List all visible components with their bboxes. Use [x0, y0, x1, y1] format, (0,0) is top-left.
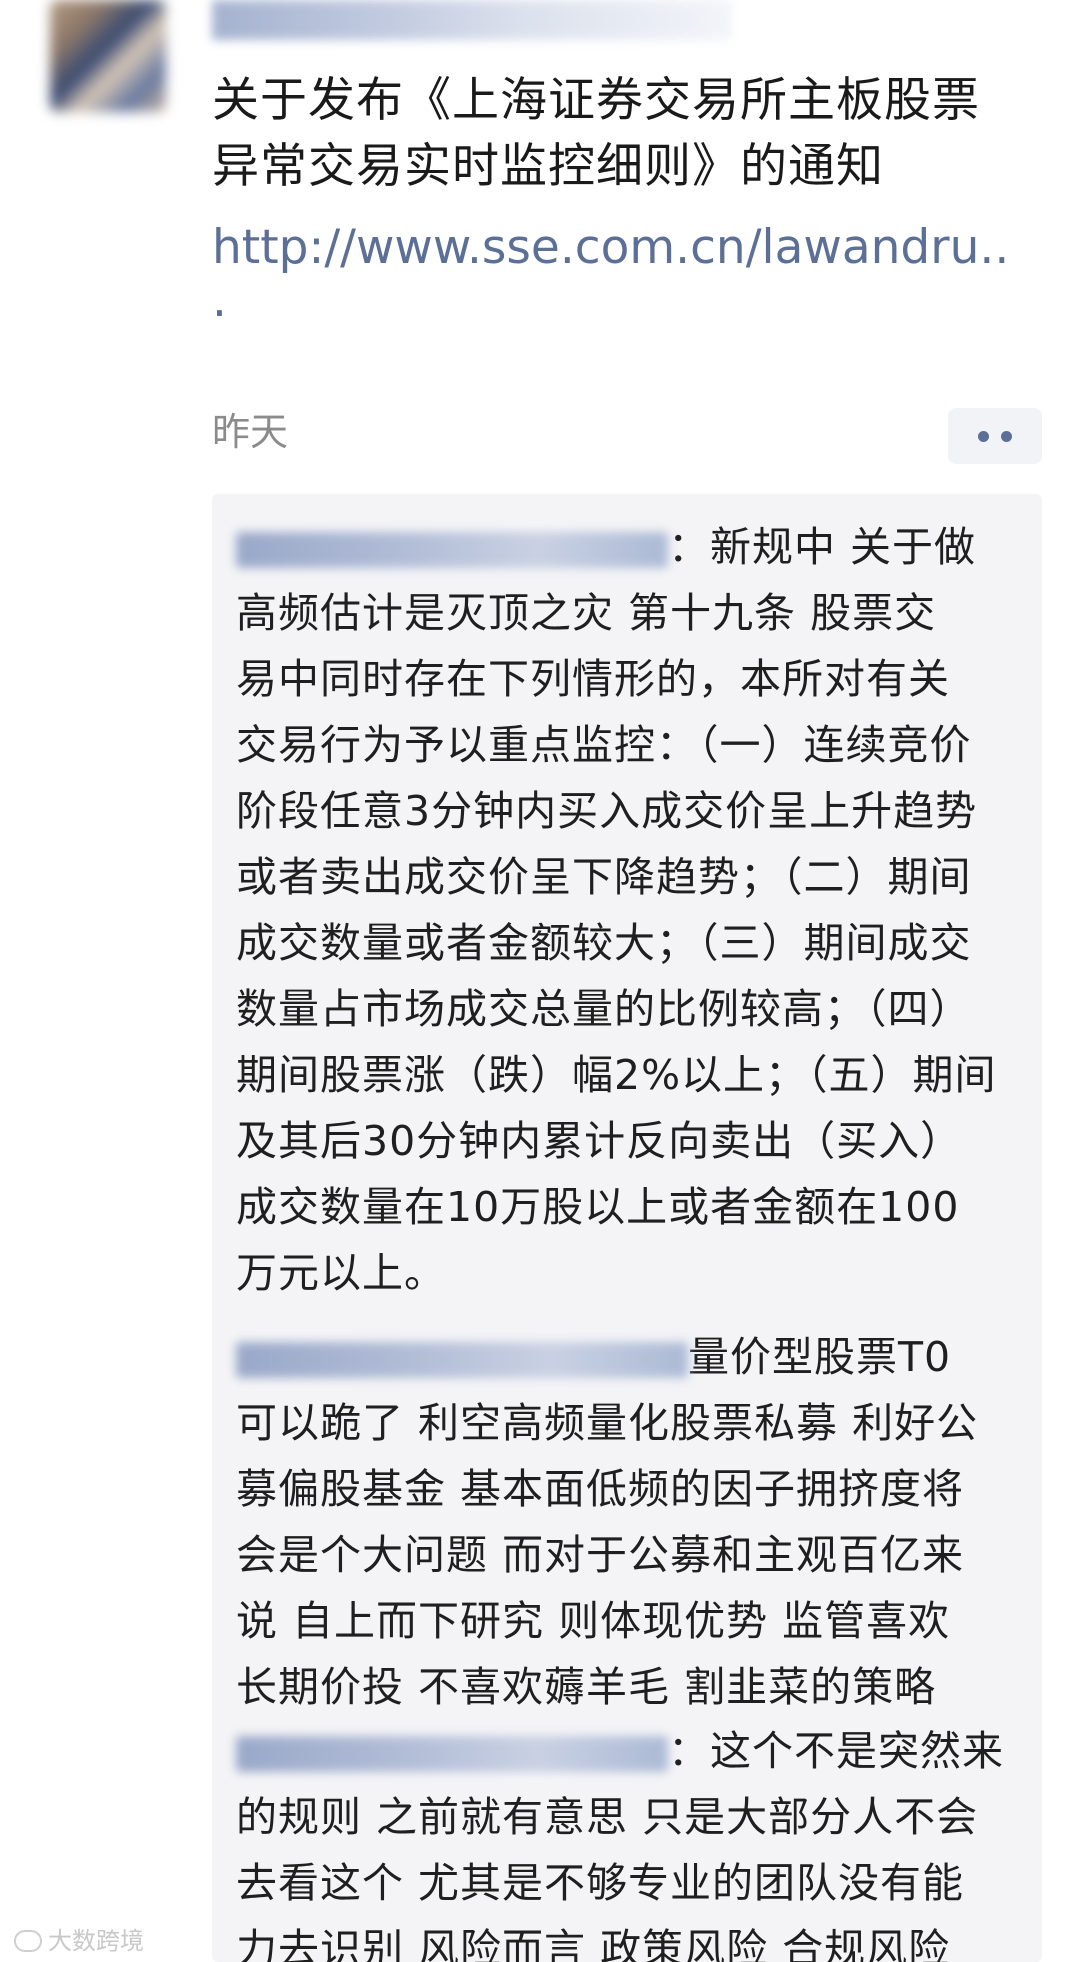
more-dots-icon: [1001, 430, 1012, 442]
comment-line: 及其后30分钟内累计反向卖出（买入）: [236, 1117, 963, 1165]
comment-text: ：这个不是突然来: [668, 1727, 1004, 1775]
comment-line: 说 自上而下研究 则体现优势 监管喜欢: [236, 1597, 951, 1645]
comment-line: 长期价投 不喜欢薅羊毛 割韭菜的策略: [236, 1663, 937, 1711]
watermark-text: 大数跨境: [48, 1927, 144, 1955]
post-link[interactable]: http://www.sse.com.cn/lawandru..: [212, 215, 1042, 281]
comment-line: 阶段任意3分钟内买入成交价呈上升趋势: [236, 787, 978, 835]
comment-item[interactable]: ：新规中 关于做 高频估计是灭顶之灾 第十九条 股票交 易中同时存在下列情形的，…: [236, 514, 1036, 1306]
comment-line: 量价型股票T0: [236, 1324, 1036, 1390]
comment-line: 成交数量或者金额较大；（三）期间成交: [236, 919, 972, 967]
username-blurred[interactable]: [212, 0, 732, 40]
comment-line: 数量占市场成交总量的比例较高；（四）: [236, 985, 972, 1033]
comment-line: 万元以上。: [236, 1249, 446, 1297]
comment-line: 高频估计是灭顶之灾 第十九条 股票交: [236, 589, 937, 637]
comments-panel: ：新规中 关于做 高频估计是灭顶之灾 第十九条 股票交 易中同时存在下列情形的，…: [212, 494, 1042, 1962]
watermark: 大数跨境: [14, 1926, 144, 1956]
comment-line: 募偏股基金 基本面低频的因子拥挤度将: [236, 1465, 965, 1513]
comment-line: 去看这个 尤其是不够专业的团队没有能: [236, 1859, 965, 1907]
avatar[interactable]: [50, 0, 166, 112]
comment-line: 可以跪了 利空高频量化股票私募 利好公: [236, 1399, 979, 1447]
comment-item[interactable]: ：这个不是突然来 的规则 之前就有意思 只是大部分人不会 去看这个 尤其是不够专…: [236, 1718, 1036, 1962]
comment-line: ：这个不是突然来: [236, 1718, 1036, 1784]
comment-line: 的规则 之前就有意思 只是大部分人不会: [236, 1793, 979, 1841]
comment-line: 期间股票涨（跌）幅2%以上；（五）期间: [236, 1051, 997, 1099]
post-text: 关于发布《上海证券交易所主板股票 异常交易实时监控细则》的通知: [212, 68, 1042, 200]
commenter-name-blurred[interactable]: [236, 532, 668, 568]
post-time: 昨天: [212, 410, 289, 454]
comment-text: 量价型股票T0: [688, 1333, 952, 1381]
commenter-name-blurred[interactable]: [236, 1736, 668, 1772]
post-link-tail[interactable]: .: [212, 277, 227, 324]
comment-line: 交易行为予以重点监控：（一）连续竞价: [236, 721, 972, 769]
comment-line: ：新规中 关于做: [236, 514, 1036, 580]
comment-line: 易中同时存在下列情形的，本所对有关: [236, 655, 950, 703]
comment-line: 会是个大问题 而对于公募和主观百亿来: [236, 1531, 965, 1579]
watermark-logo-icon: [14, 1930, 42, 1952]
more-button[interactable]: [948, 408, 1042, 464]
comment-line: 或者卖出成交价呈下降趋势；（二）期间: [236, 853, 972, 901]
more-dots-icon: [978, 430, 989, 442]
comment-line: 力去识别 风险而言 政策风险 合规风险: [236, 1925, 951, 1962]
post-title-line-2: 异常交易实时监控细则》的通知: [212, 139, 884, 194]
comment-item[interactable]: 量价型股票T0 可以跪了 利空高频量化股票私募 利好公 募偏股基金 基本面低频的…: [236, 1324, 1036, 1720]
post-title-line-1: 关于发布《上海证券交易所主板股票: [212, 73, 980, 128]
comment-line: 成交数量在10万股以上或者金额在100: [236, 1183, 960, 1231]
comment-text: ：新规中 关于做: [668, 523, 977, 571]
commenter-name-blurred[interactable]: [236, 1342, 688, 1378]
